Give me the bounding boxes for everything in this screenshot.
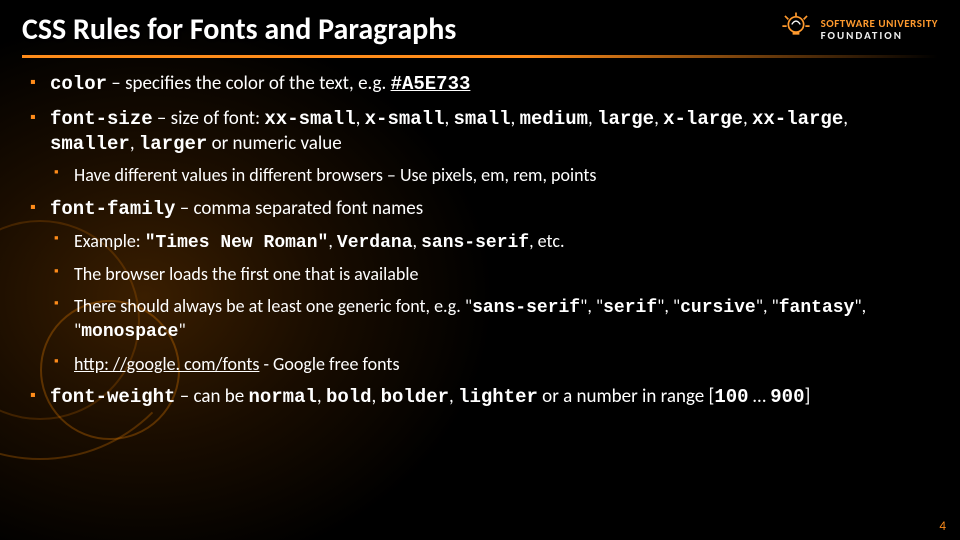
bullet-font-size: font-size – size of font: xx-small, x-sm… [30,107,930,187]
sub-font-size-note: Have different values in different brows… [50,164,930,187]
sub-ff-generic: There should always be at least one gene… [50,295,930,344]
color-example: #A5E733 [391,73,471,95]
slide-content: color – specifies the color of the text,… [0,66,960,410]
sub-ff-google-fonts: http: //google. com/fonts - Google free … [50,353,930,376]
title-underline [22,55,938,58]
bullet-font-weight: font-weight – can be normal, bold, bolde… [30,385,930,410]
brand-logo: SOFTWARE UNIVERSITY FOUNDATION [779,10,938,49]
code-font-size: font-size [50,108,153,130]
lightbulb-icon [779,10,813,49]
code-font-weight: font-weight [50,386,175,408]
page-number: 4 [939,519,946,534]
bullet-color: color – specifies the color of the text,… [30,72,930,97]
code-font-family: font-family [50,198,175,220]
brand-text-top: SOFTWARE UNIVERSITY [821,18,938,30]
brand-text: SOFTWARE UNIVERSITY FOUNDATION [821,18,938,41]
sub-ff-first-available: The browser loads the first one that is … [50,263,930,286]
slide-header: CSS Rules for Fonts and Paragraphs SOFTW… [0,0,960,53]
brand-text-bottom: FOUNDATION [821,30,938,42]
slide-title: CSS Rules for Fonts and Paragraphs [22,11,456,48]
code-color: color [50,73,107,95]
google-fonts-link[interactable]: http: //google. com/fonts [74,353,259,375]
sub-ff-example: Example: "Times New Roman", Verdana, san… [50,230,930,255]
bullet-font-family: font-family – comma separated font names… [30,197,930,375]
